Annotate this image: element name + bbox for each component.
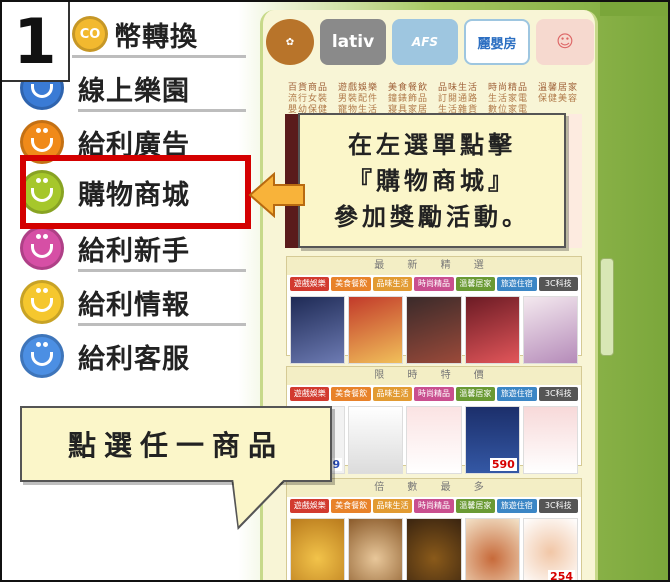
corner-stripe bbox=[600, 2, 668, 16]
product-card[interactable] bbox=[464, 296, 520, 364]
tab-3c[interactable]: 3C科技 bbox=[538, 499, 578, 513]
instruction-callout: 在左選單點擊 『購物商城』 參加獎勵活動。 bbox=[298, 113, 566, 248]
menu-label: 幣轉換 bbox=[114, 21, 198, 53]
price-label: 254 bbox=[548, 570, 576, 582]
category-tabs: 遊戲娛樂 美食餐飲 品味生活 時尚精品 溫馨居家 旅遊住宿 3C科技 bbox=[287, 275, 581, 293]
product-card[interactable] bbox=[290, 296, 346, 364]
section-title: 限 時 特 價 bbox=[287, 367, 581, 385]
shop-badge-logo[interactable]: ✿ bbox=[266, 19, 314, 65]
tab-travel[interactable]: 旅遊住宿 bbox=[497, 277, 537, 291]
product-card[interactable]: 590 bbox=[464, 406, 520, 474]
banner-edge bbox=[568, 114, 582, 248]
callout-line: 『購物商城』 bbox=[348, 167, 516, 195]
menu-label: 給利新手 bbox=[78, 235, 190, 267]
menu-item-newbie[interactable]: 給利新手 bbox=[20, 224, 246, 272]
tab-games[interactable]: 遊戲娛樂 bbox=[290, 277, 330, 291]
tab-home[interactable]: 溫馨居家 bbox=[455, 277, 496, 291]
section-title: 最 新 精 選 bbox=[287, 257, 581, 275]
section-latest-picks: 最 新 精 選 遊戲娛樂 美食餐飲 品味生活 時尚精品 溫馨居家 旅遊住宿 3C… bbox=[286, 256, 582, 364]
tab-fashion[interactable]: 時尚精品 bbox=[414, 277, 454, 291]
tab-travel[interactable]: 旅遊住宿 bbox=[497, 499, 537, 513]
product-card[interactable] bbox=[290, 518, 346, 580]
tab-3c[interactable]: 3C科技 bbox=[538, 277, 578, 291]
menu-divider bbox=[78, 269, 246, 272]
product-card[interactable] bbox=[464, 518, 520, 580]
product-row: 254 bbox=[287, 515, 581, 582]
category-tabs: 遊戲娛樂 美食餐飲 品味生活 時尚精品 溫馨居家 旅遊住宿 3C科技 bbox=[287, 385, 581, 403]
smiley-icon bbox=[20, 280, 64, 324]
tab-fashion[interactable]: 時尚精品 bbox=[414, 499, 454, 513]
product-card[interactable] bbox=[522, 406, 579, 474]
category-tabs: 遊戲娛樂 美食餐飲 品味生活 時尚精品 溫馨居家 旅遊住宿 3C科技 bbox=[287, 497, 581, 515]
tutorial-screenshot: 1 CO 幣轉換 線上樂園 給利廣告 購物商城 給利新手 給利情報 給利客服 ✿… bbox=[0, 0, 670, 582]
tab-3c[interactable]: 3C科技 bbox=[538, 387, 578, 401]
menu-label: 給利客服 bbox=[78, 343, 190, 375]
side-scroll-widget[interactable] bbox=[600, 258, 614, 356]
tab-food[interactable]: 美食餐飲 bbox=[331, 499, 371, 513]
callout-line: 參加獎勵活動。 bbox=[334, 203, 530, 231]
step-number: 1 bbox=[2, 2, 70, 82]
menu-divider bbox=[72, 55, 246, 58]
store-header: ✿ lativ AFS 麗嬰房 ☺ bbox=[266, 16, 596, 68]
product-card[interactable] bbox=[348, 406, 404, 474]
menu-label: 給利情報 bbox=[78, 289, 190, 321]
product-card[interactable] bbox=[348, 518, 404, 580]
product-card[interactable] bbox=[406, 406, 462, 474]
coin-icon: CO bbox=[72, 16, 108, 52]
tab-home[interactable]: 溫馨居家 bbox=[455, 499, 496, 513]
product-row bbox=[287, 293, 581, 367]
tab-life[interactable]: 品味生活 bbox=[372, 277, 413, 291]
arrow-left-icon bbox=[248, 172, 305, 218]
product-card[interactable] bbox=[406, 296, 462, 364]
menu-label: 線上樂園 bbox=[78, 75, 190, 107]
price-label: 590 bbox=[489, 458, 517, 471]
afs-logo[interactable]: AFS bbox=[392, 19, 458, 65]
instruction-callout-select-product: 點選任一商品 bbox=[20, 406, 332, 482]
menu-item-coin-exchange[interactable]: CO 幣轉換 bbox=[72, 10, 246, 58]
product-card[interactable]: 254 bbox=[522, 518, 579, 582]
tab-games[interactable]: 遊戲娛樂 bbox=[290, 499, 330, 513]
tab-food[interactable]: 美食餐飲 bbox=[331, 387, 371, 401]
section-most-points: 倍 數 最 多 遊戲娛樂 美食餐飲 品味生活 時尚精品 溫馨居家 旅遊住宿 3C… bbox=[286, 478, 582, 582]
tab-life[interactable]: 品味生活 bbox=[372, 499, 413, 513]
menu-divider bbox=[78, 323, 246, 326]
tab-life[interactable]: 品味生活 bbox=[372, 387, 413, 401]
callout-line: 在左選單點擊 bbox=[348, 131, 516, 159]
product-card[interactable] bbox=[522, 296, 579, 364]
menu-divider bbox=[78, 109, 246, 112]
smiley-icon bbox=[20, 226, 64, 270]
smiley-icon bbox=[20, 334, 64, 378]
menu-item-news[interactable]: 給利情報 bbox=[20, 278, 246, 326]
tab-travel[interactable]: 旅遊住宿 bbox=[497, 387, 537, 401]
tab-games[interactable]: 遊戲娛樂 bbox=[290, 387, 330, 401]
les-enphants-logo[interactable]: 麗嬰房 bbox=[464, 19, 530, 65]
baby-face-logo: ☺ bbox=[536, 19, 594, 65]
menu-item-support[interactable]: 給利客服 bbox=[20, 332, 246, 380]
tab-food[interactable]: 美食餐飲 bbox=[331, 277, 371, 291]
product-card[interactable] bbox=[348, 296, 404, 364]
tab-home[interactable]: 溫馨居家 bbox=[455, 387, 496, 401]
menu-highlight-box bbox=[20, 155, 251, 229]
product-card[interactable] bbox=[406, 518, 462, 580]
lativ-logo[interactable]: lativ bbox=[320, 19, 386, 65]
tab-fashion[interactable]: 時尚精品 bbox=[414, 387, 454, 401]
